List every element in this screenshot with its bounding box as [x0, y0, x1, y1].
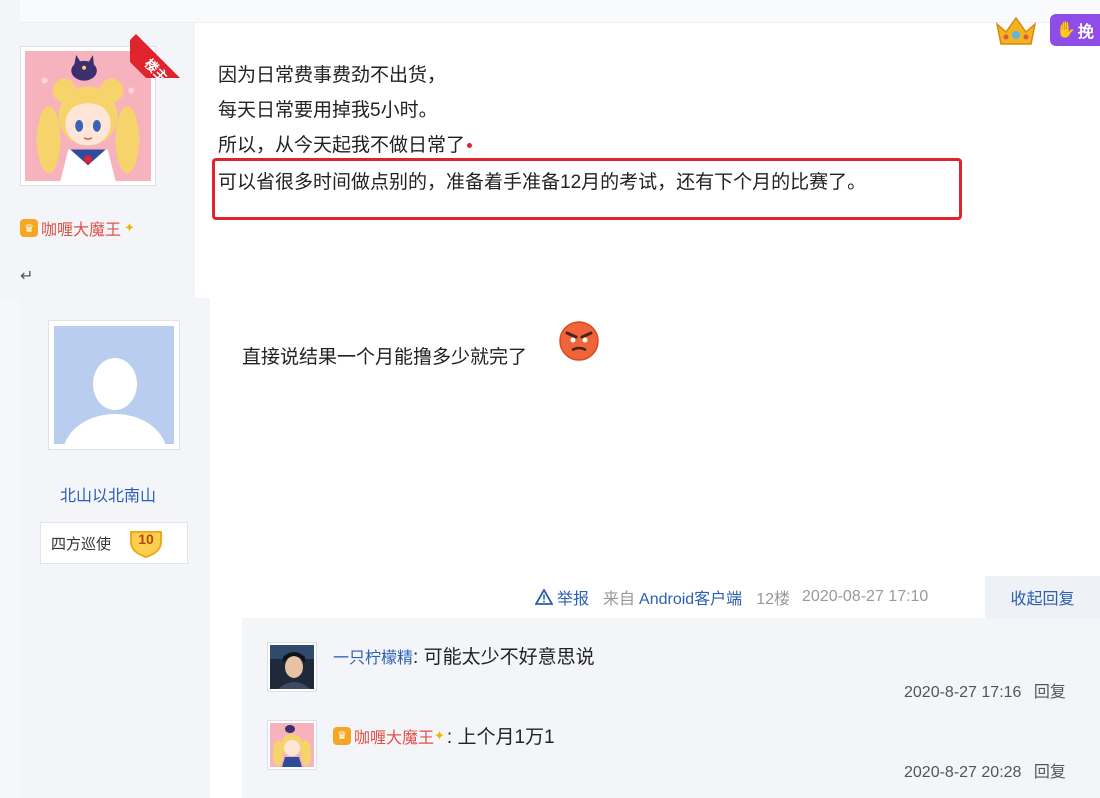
sub-reply-2-reply-button[interactable]: 回复 [1034, 764, 1066, 781]
level-number: 10 [138, 531, 154, 547]
sub-reply-2-username[interactable]: 咖喱大魔王 [354, 724, 434, 748]
post1-line-2: 每天日常要用掉我5小时。 [218, 100, 438, 121]
report-button[interactable]: 举报 [535, 585, 589, 609]
post2-avatar[interactable] [48, 320, 180, 450]
warning-icon [535, 589, 553, 605]
sparkle-icon: ✦ [124, 220, 135, 235]
level-badge-icon: 10 [129, 528, 163, 558]
sub-reply-1-line: 一只柠檬精 : 可能太少不好意思说 [333, 642, 595, 669]
source-client-link[interactable]: Android客户端 [639, 585, 742, 609]
sub-reply-1-reply-button[interactable]: 回复 [1034, 684, 1066, 701]
thread-starter-label: 楼主 [130, 34, 188, 78]
sub-reply-2-avatar[interactable] [267, 720, 317, 770]
rank-title: 四方巡使 [51, 535, 112, 553]
source-prefix: 来自 [603, 591, 636, 608]
highlight-frame [212, 158, 962, 220]
period-mark-icon [467, 143, 473, 149]
post2-body: 直接说结果一个月能撸多少就完了 [242, 347, 528, 368]
post1-line-3: 所以，从今天起我不做日常了 [218, 135, 466, 156]
thread-starter-ribbon: 楼主 [130, 20, 188, 78]
post-timestamp: 2020-08-27 17:10 [802, 588, 929, 605]
sub-reply-1-text: : 可能太少不好意思说 [413, 647, 595, 668]
floor-number: 12楼 [756, 591, 790, 608]
member-emblem-icon: ♛ [20, 219, 38, 237]
post2-tail-bar: 举报 来自 Android客户端 12楼 2020-08-27 17:10 [535, 578, 928, 616]
member-emblem-icon: ♛ [333, 726, 351, 745]
post1-author[interactable]: ♛ 咖喱大魔王 ✦ [20, 216, 135, 240]
purple-badge[interactable]: ✋ 挽 [1050, 14, 1100, 46]
post1-line-1: 因为日常费事费劲不出货， [218, 65, 447, 86]
purple-badge-label: 挽 [1077, 24, 1094, 41]
default-user-icon [54, 326, 174, 444]
return-symbol: ↵ [20, 268, 34, 285]
sub-reply-2-meta: 2020-8-27 20:28 回复 [904, 758, 1066, 782]
sub-reply-2-time: 2020-8-27 20:28 [904, 764, 1022, 781]
sub-reply-1-time: 2020-8-27 17:16 [904, 684, 1022, 701]
angry-face-emoji-icon [559, 321, 599, 361]
post2-username[interactable]: 北山以北南山 [60, 482, 156, 506]
sub-reply-2-text: : 上个月1万1 [446, 727, 555, 748]
dark-portrait-avatar-image [270, 645, 314, 689]
report-label: 举报 [557, 591, 590, 608]
hand-icon: ✋ [1056, 22, 1076, 39]
sparkle-icon: ✦ [434, 727, 445, 743]
sub-reply-1-username[interactable]: 一只柠檬精 [333, 644, 413, 668]
sub-reply-2-line: ♛ 咖喱大魔王 ✦ : 上个月1万1 [333, 722, 555, 749]
sailor-avatar-small-image [270, 723, 314, 767]
member-rank[interactable]: 四方巡使 10 [40, 522, 188, 564]
sub-reply-1-meta: 2020-8-27 17:16 回复 [904, 678, 1066, 702]
post1-username[interactable]: 咖喱大魔王 [41, 216, 121, 240]
collapse-replies-button[interactable]: 收起回复 [985, 576, 1100, 618]
sub-reply-1-avatar[interactable] [267, 642, 317, 692]
crown-icon [995, 16, 1037, 45]
